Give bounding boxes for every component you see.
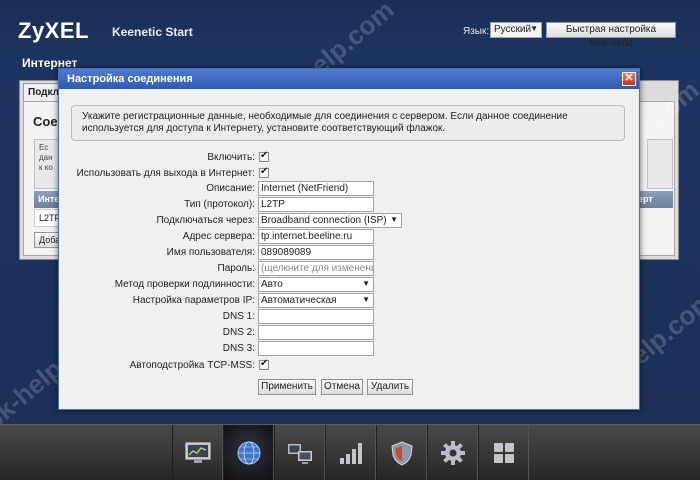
dock-item-apps[interactable]: [478, 425, 529, 480]
delete-button[interactable]: Удалить: [367, 379, 413, 395]
apply-button[interactable]: Применить: [258, 379, 316, 395]
dock-item-monitor[interactable]: [172, 425, 223, 480]
dns2-field[interactable]: [258, 325, 374, 340]
chevron-down-icon: ▼: [362, 295, 370, 304]
language-label: Язык:: [463, 26, 490, 37]
dock-item-security[interactable]: [376, 425, 427, 480]
header: ZyXEL Keenetic Start Язык: Русский ▼ Быс…: [0, 0, 700, 52]
tcp-mss-checkbox[interactable]: [259, 358, 269, 370]
auth-method-select[interactable]: Авто ▼: [258, 277, 374, 292]
description-label: Описание:: [206, 183, 255, 194]
description-field[interactable]: Internet (NetFriend): [258, 181, 374, 196]
auth-method-value: Авто: [261, 279, 283, 290]
info-note-right: [647, 139, 673, 189]
gear-icon: [440, 440, 465, 465]
dock-item-system[interactable]: [427, 425, 478, 480]
dns1-field[interactable]: [258, 309, 374, 324]
table-header-internet: ерт: [636, 191, 673, 208]
server-address-label: Адрес сервера:: [182, 231, 255, 242]
bottom-dock: [0, 424, 700, 480]
dialog-info-text: Укажите регистрационные данные, необходи…: [71, 105, 625, 141]
chevron-down-icon: ▼: [530, 24, 538, 33]
protocol-field[interactable]: L2TP: [258, 197, 374, 212]
protocol-label: Тип (протокол):: [184, 199, 255, 210]
password-label: Пароль:: [217, 263, 255, 274]
username-label: Имя пользователя:: [166, 247, 255, 258]
language-value: Русский: [494, 24, 532, 35]
signal-bars-icon: [339, 442, 362, 464]
globe-icon: [237, 441, 260, 464]
zyxel-logo: ZyXEL: [18, 18, 89, 43]
username-field[interactable]: 089089089: [258, 245, 374, 260]
close-icon[interactable]: ✕: [622, 72, 636, 86]
dns1-label: DNS 1:: [222, 311, 255, 322]
chevron-down-icon: ▼: [390, 215, 398, 224]
monitor-graph-icon: [185, 442, 210, 463]
connect-via-label: Подключаться через:: [156, 215, 255, 226]
ip-settings-select[interactable]: Автоматическая ▼: [258, 293, 374, 308]
connection-settings-dialog: Настройка соединения ✕ Укажите регистрац…: [58, 68, 640, 410]
ip-settings-label: Настройка параметров IP:: [132, 295, 255, 306]
dns2-label: DNS 2:: [222, 327, 255, 338]
use-for-internet-checkbox[interactable]: [259, 166, 269, 178]
section-heading: Сое: [33, 114, 58, 129]
cancel-button[interactable]: Отмена: [321, 379, 363, 395]
dock-item-internet[interactable]: [223, 425, 274, 480]
language-select[interactable]: Русский ▼: [490, 22, 542, 38]
tcp-mss-label: Автоподстройка TCP-MSS:: [129, 360, 255, 371]
dock-item-home-network[interactable]: [274, 425, 325, 480]
dock-item-wifi[interactable]: [325, 425, 376, 480]
connect-via-select[interactable]: Broadband connection (ISP) ▼: [258, 213, 402, 228]
dialog-title: Настройка соединения: [59, 69, 639, 89]
connect-via-value: Broadband connection (ISP): [261, 215, 387, 226]
dns3-field[interactable]: [258, 341, 374, 356]
enable-checkbox[interactable]: [259, 150, 269, 162]
shield-icon: [390, 440, 413, 466]
use-for-internet-label: Использовать для выхода в Интернет:: [76, 168, 255, 179]
grid-icon: [493, 442, 514, 463]
chevron-down-icon: ▼: [362, 279, 370, 288]
password-field[interactable]: (щелкните для изменения): [258, 261, 374, 276]
ip-settings-value: Автоматическая: [261, 295, 337, 306]
enable-label: Включить:: [207, 152, 255, 163]
server-address-field[interactable]: tp.internet.beeline.ru: [258, 229, 374, 244]
product-name: Keenetic Start: [112, 25, 193, 39]
network-computers-icon: [287, 443, 312, 464]
auth-method-label: Метод проверки подлинности:: [114, 279, 255, 290]
dns3-label: DNS 3:: [222, 343, 255, 354]
quick-setup-button[interactable]: Быстрая настройка NetFriend: [546, 22, 676, 49]
